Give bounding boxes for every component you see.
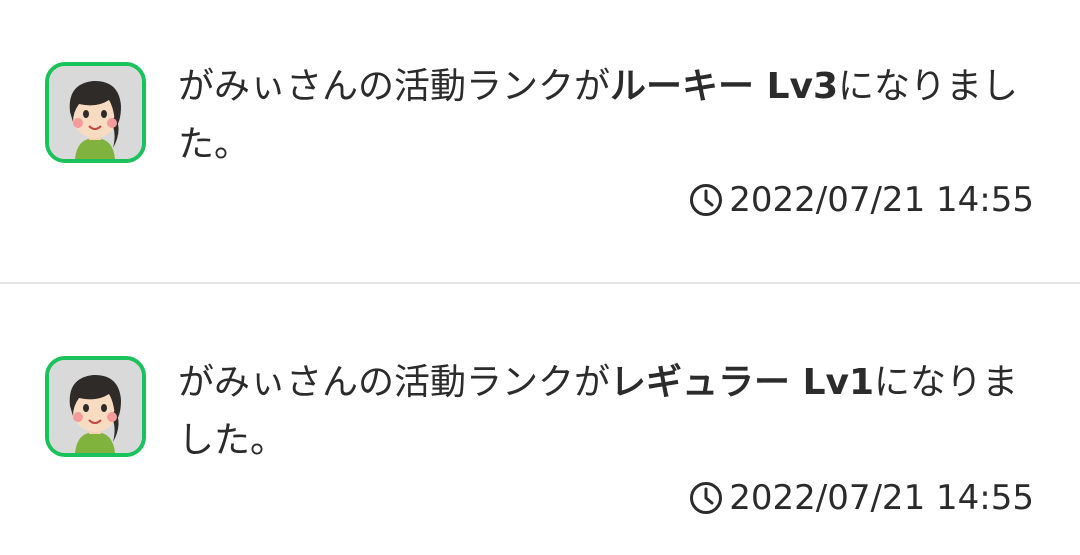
timestamp-text: 2022/07/21 14:55: [729, 478, 1034, 518]
notification-message: がみぃさんの活動ランクがレギュラー Lv1になりました。: [178, 354, 1038, 470]
user-name: がみぃさん: [178, 362, 359, 403]
clock-icon: [690, 184, 723, 216]
rank-label: レギュラー Lv1: [610, 362, 875, 403]
timestamp-text: 2022/07/21 14:55: [729, 180, 1034, 220]
notification-item[interactable]: がみぃさんの活動ランクがレギュラー Lv1になりました。 2022/07/21 …: [0, 284, 1080, 555]
message-text: の活動ランクが: [358, 362, 611, 403]
user-avatar-icon[interactable]: [45, 356, 146, 457]
user-avatar-icon[interactable]: [45, 62, 146, 163]
notification-message: がみぃさんの活動ランクがルーキー Lv3になりました。: [178, 58, 1038, 174]
timestamp: 2022/07/21 14:55: [689, 478, 1034, 518]
timestamp: 2022/07/21 14:55: [689, 180, 1034, 220]
notification-feed: がみぃさんの活動ランクがルーキー Lv3になりました。 2022/07/21 1…: [0, 0, 1080, 555]
user-name: がみぃさん: [178, 66, 359, 107]
message-text: の活動ランクが: [358, 66, 611, 107]
clock-icon: [690, 482, 723, 514]
rank-label: ルーキー Lv3: [610, 66, 839, 107]
notification-item[interactable]: がみぃさんの活動ランクがルーキー Lv3になりました。 2022/07/21 1…: [0, 0, 1080, 282]
